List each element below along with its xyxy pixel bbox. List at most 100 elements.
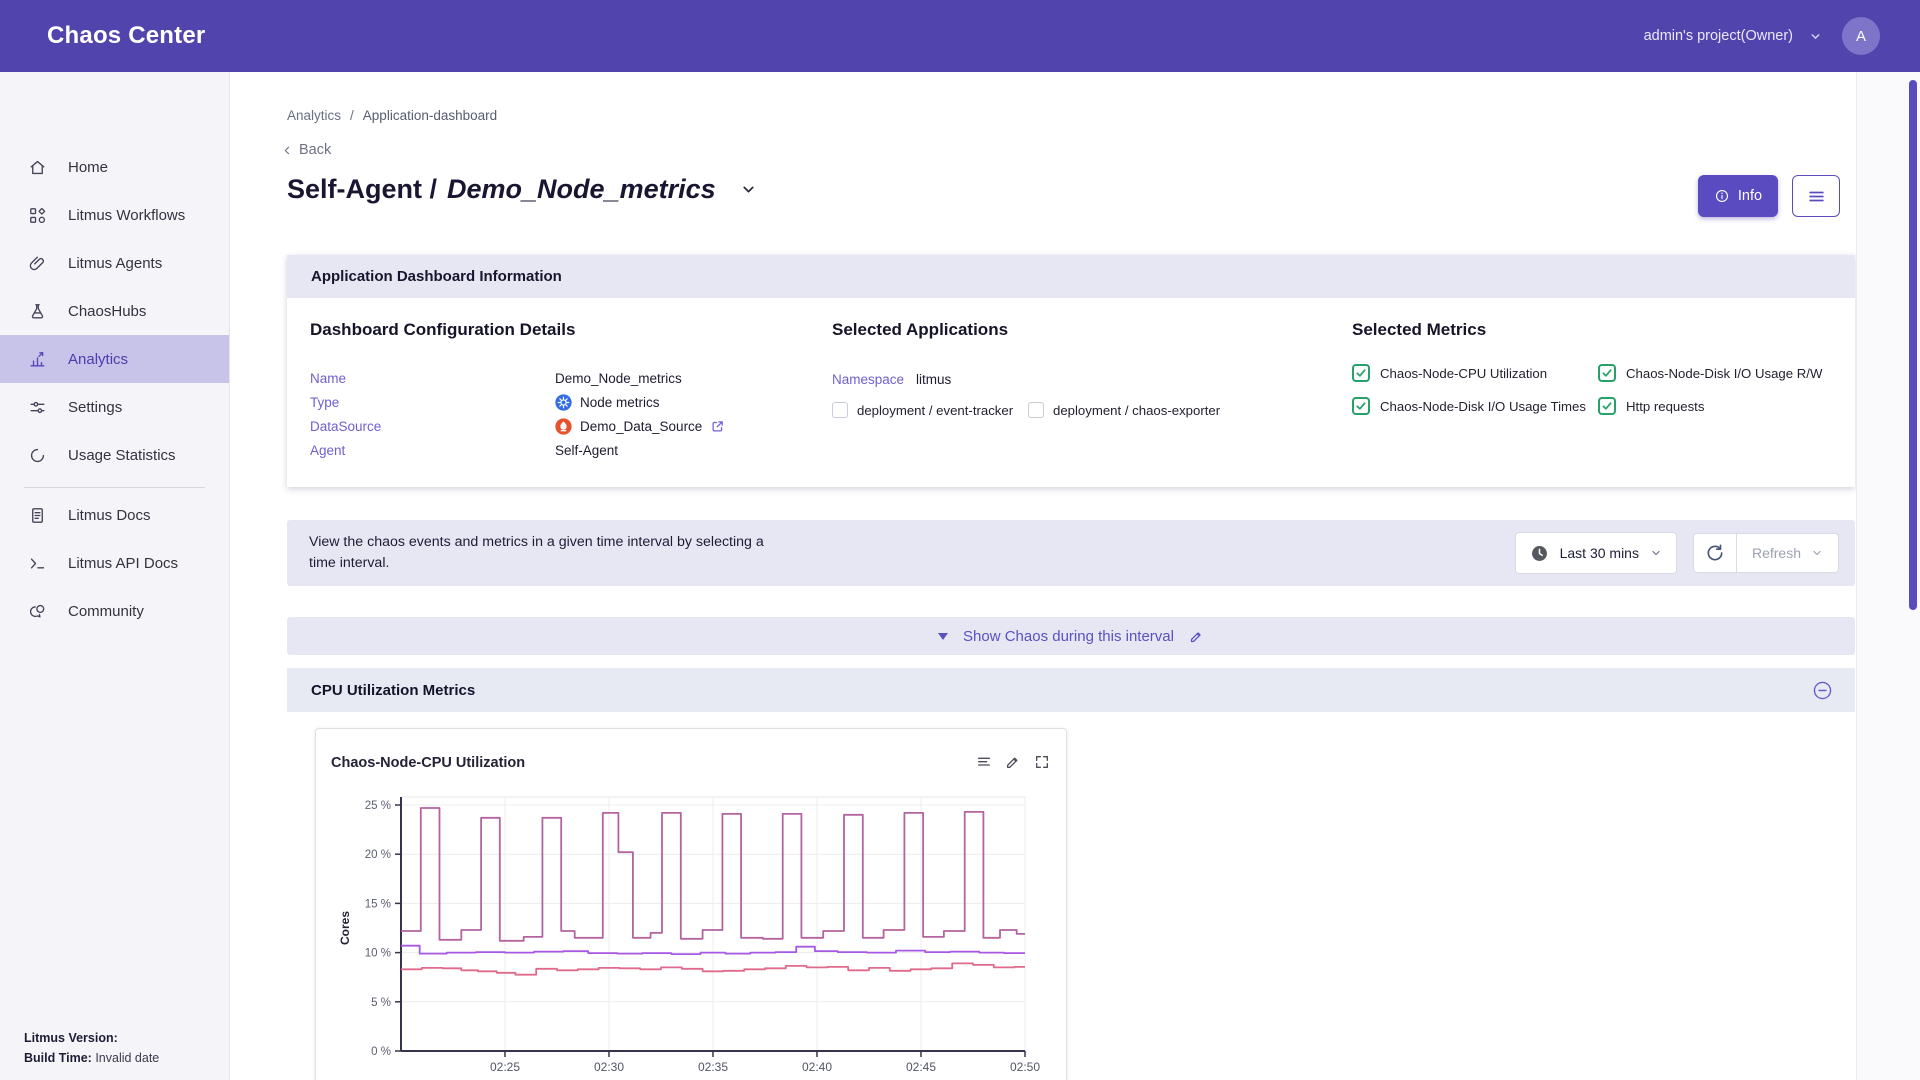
dashboard-menu-button[interactable] (1792, 175, 1840, 217)
namespace-row: Namespace litmus (832, 368, 1332, 390)
sidebar-item-home[interactable]: Home (0, 143, 229, 191)
chart-title: Chaos-Node-CPU Utilization (331, 755, 525, 771)
project-selector[interactable]: admin's project(Owner) (1644, 28, 1822, 44)
chart-expand-icon[interactable] (1034, 754, 1050, 770)
application-checkbox-deployment-chaos-exporter: deployment / chaos-exporter (1028, 402, 1224, 418)
workflows-icon (28, 206, 47, 225)
breadcrumb-analytics[interactable]: Analytics (287, 108, 341, 123)
time-range-value: Last 30 mins (1560, 545, 1639, 561)
config-row-datasource: DataSourceDemo_Data_Source (310, 414, 820, 438)
namespace-value: litmus (916, 372, 951, 387)
info-panel-header: Application Dashboard Information (287, 255, 1855, 298)
edit-pencil-icon[interactable] (1189, 629, 1204, 644)
applications-heading: Selected Applications (832, 320, 1332, 340)
checkbox-checked[interactable] (1352, 397, 1370, 415)
chevron-down-icon (1650, 547, 1662, 559)
build-time-label: Build Time: (24, 1051, 92, 1065)
external-link-icon[interactable] (710, 419, 725, 434)
svg-text:10 %: 10 % (365, 948, 391, 960)
checkbox-checked[interactable] (1598, 397, 1616, 415)
config-row-type: TypeNode metrics (310, 390, 820, 414)
chart-options-icon[interactable] (976, 754, 992, 770)
dashboard-switcher-chevron-icon[interactable] (740, 181, 757, 198)
cpu-chart-card: Chaos-Node-CPU Utilization 0 %5 %10 %15 … (315, 728, 1067, 1080)
sidebar-item-usage-statistics[interactable]: Usage Statistics (0, 431, 229, 479)
sidebar-item-settings[interactable]: Settings (0, 383, 229, 431)
checkbox-unchecked[interactable] (832, 402, 848, 418)
community-icon (28, 602, 47, 621)
avatar[interactable]: A (1842, 17, 1880, 55)
sidebar-item-litmus-workflows[interactable]: Litmus Workflows (0, 191, 229, 239)
checkbox-checked[interactable] (1352, 364, 1370, 382)
svg-text:02:25: 02:25 (490, 1060, 520, 1074)
breadcrumb-current: Application-dashboard (363, 108, 497, 123)
agents-icon (28, 254, 47, 273)
info-button[interactable]: Info (1698, 175, 1778, 217)
svg-text:02:30: 02:30 (594, 1060, 624, 1074)
sidebar-item-litmus-agents[interactable]: Litmus Agents (0, 239, 229, 287)
sidebar-item-litmus-api-docs[interactable]: Litmus API Docs (0, 539, 229, 587)
metric-checkbox-http-requests: Http requests (1598, 397, 1852, 415)
sidebar-item-litmus-docs[interactable]: Litmus Docs (0, 491, 229, 539)
selected-applications: Selected Applications Namespace litmus d… (832, 298, 1332, 418)
checkbox-checked[interactable] (1598, 364, 1616, 382)
title-row: Self-Agent / Demo_Node_metrics (287, 174, 757, 205)
config-row-name: NameDemo_Node_metrics (310, 366, 820, 390)
analytics-icon (28, 350, 47, 369)
sidebar-footer: Litmus Version: Build Time: Invalid date (24, 1029, 159, 1068)
metric-checkbox-chaos-node-cpu-utilization: Chaos-Node-CPU Utilization (1352, 364, 1598, 382)
application-dashboard-information-panel: Application Dashboard Information Dashbo… (287, 255, 1855, 487)
settings-icon (28, 398, 47, 417)
svg-text:Cores: Cores (338, 911, 352, 945)
checkbox-unchecked[interactable] (1028, 402, 1044, 418)
chaos-center-app: Chaos Center admin's project(Owner) A Ho… (0, 0, 1920, 1080)
breadcrumb-separator: / (350, 108, 354, 123)
time-interval-bar: View the chaos events and metrics in a g… (287, 520, 1855, 586)
refresh-icon (1705, 543, 1725, 563)
svg-text:02:50: 02:50 (1010, 1060, 1040, 1074)
collapse-section-icon[interactable] (1812, 680, 1833, 701)
cpu-section-title: CPU Utilization Metrics (311, 682, 475, 699)
chart-edit-pencil-icon[interactable] (1005, 754, 1021, 770)
metric-checkbox-chaos-node-disk-i-o-usage-r-w: Chaos-Node-Disk I/O Usage R/W (1598, 364, 1852, 382)
metrics-heading: Selected Metrics (1352, 320, 1852, 340)
svg-text:02:35: 02:35 (698, 1060, 728, 1074)
time-range-dropdown[interactable]: Last 30 mins (1515, 532, 1677, 574)
refresh-label: Refresh (1752, 545, 1801, 561)
refresh-controls: Refresh (1693, 533, 1839, 573)
show-chaos-label: Show Chaos during this interval (963, 628, 1174, 645)
node-metrics-icon (555, 394, 572, 411)
namespace-label: Namespace (832, 372, 916, 387)
metric-checkbox-chaos-node-disk-i-o-usage-times: Chaos-Node-Disk I/O Usage Times (1352, 397, 1598, 415)
sidebar-item-analytics[interactable]: Analytics (0, 335, 229, 383)
sidebar-item-chaoshubs[interactable]: ChaosHubs (0, 287, 229, 335)
title-dashboard-name: Demo_Node_metrics (447, 174, 716, 205)
refresh-interval-dropdown[interactable]: Refresh (1737, 533, 1839, 573)
sidebar: HomeLitmus WorkflowsLitmus AgentsChaosHu… (0, 72, 230, 1080)
cpu-utilization-chart[interactable]: 0 %5 %10 %15 %20 %25 %02:2502:3002:3502:… (319, 789, 1043, 1080)
show-chaos-toggle[interactable]: Show Chaos during this interval (287, 617, 1855, 655)
sidebar-item-community[interactable]: Community (0, 587, 229, 635)
svg-text:5 %: 5 % (371, 997, 391, 1009)
breadcrumb: Analytics / Application-dashboard (287, 108, 497, 123)
back-button[interactable]: Back (281, 142, 331, 158)
refresh-now-button[interactable] (1693, 533, 1737, 573)
api-docs-icon (28, 554, 47, 573)
config-heading: Dashboard Configuration Details (310, 320, 820, 340)
svg-text:02:40: 02:40 (802, 1060, 832, 1074)
selected-metrics: Selected Metrics Chaos-Node-CPU Utilizat… (1352, 298, 1852, 415)
svg-text:0 %: 0 % (371, 1046, 391, 1058)
scrollbar-thumb[interactable] (1909, 80, 1917, 610)
svg-text:25 %: 25 % (365, 800, 391, 812)
info-button-label: Info (1738, 188, 1762, 204)
svg-text:02:45: 02:45 (906, 1060, 936, 1074)
usage-icon (28, 446, 47, 465)
chevron-down-icon (1809, 30, 1822, 43)
prometheus-icon (555, 418, 572, 435)
home-icon (28, 158, 47, 177)
litmus-version-label: Litmus Version: (24, 1031, 118, 1045)
hamburger-icon (1807, 187, 1826, 206)
time-interval-controls: Last 30 mins Refresh (1515, 532, 1839, 574)
chevron-down-icon (1811, 547, 1823, 559)
dashboard-configuration-details: Dashboard Configuration Details NameDemo… (310, 298, 820, 462)
